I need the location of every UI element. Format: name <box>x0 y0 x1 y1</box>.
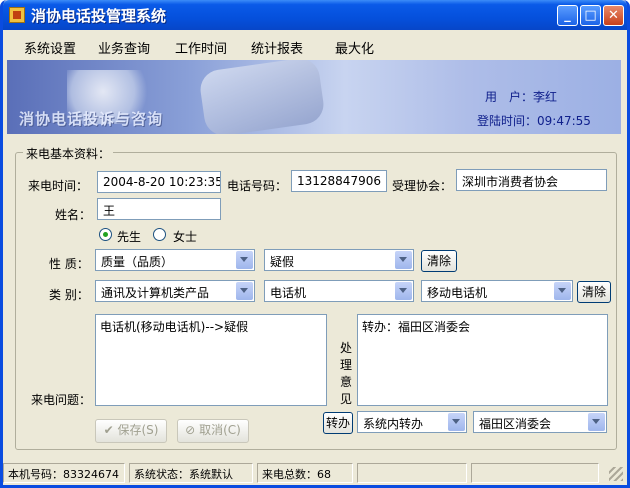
category-select-2[interactable]: 电话机 <box>264 280 414 302</box>
transfer-target-select[interactable]: 福田区消委会 <box>473 411 607 433</box>
user-value: 李红 <box>533 90 558 104</box>
cancel-label: 取消(C) <box>199 423 241 437</box>
gender-female-radio[interactable] <box>153 228 166 241</box>
check-icon: ✔ <box>103 423 114 437</box>
nature-select-1-value: 质量（品质） <box>101 255 174 269</box>
gender-male-label[interactable]: 先生 <box>117 228 141 245</box>
close-button[interactable]: ✕ <box>603 5 624 26</box>
opinion-label: 处理意见 <box>340 341 353 406</box>
transfer-type-select[interactable]: 系统内转办 <box>357 411 467 433</box>
clear-category-button[interactable]: 清除 <box>577 281 611 303</box>
window-title: 消协电话投管理系统 <box>31 7 167 25</box>
login-info: 登陆时间：09:47:55 <box>477 112 591 129</box>
menu-reports[interactable]: 统计报表 <box>251 38 303 57</box>
login-label: 登陆时间： <box>477 114 538 128</box>
category-select-3[interactable]: 移动电话机 <box>421 280 573 302</box>
status-empty-2 <box>471 463 599 483</box>
status-empty-1 <box>357 463 467 483</box>
nature-select-2[interactable]: 疑假 <box>264 249 414 271</box>
maximize-icon: □ <box>584 8 597 23</box>
transfer-target-value: 福田区消委会 <box>479 417 552 431</box>
status-system-state: 系统状态：系统默认 <box>129 463 253 483</box>
save-button[interactable]: ✔ 保存(S) <box>95 419 167 443</box>
banner-slogan: 消协电话投诉与咨询 <box>19 110 164 128</box>
issue-textarea[interactable]: 电话机(移动电话机)-->疑假 <box>95 314 327 406</box>
title-bar[interactable]: 消协电话投管理系统 _ □ ✕ <box>3 0 627 30</box>
chevron-down-icon[interactable] <box>236 282 253 300</box>
association-field[interactable]: 深圳市消费者协会 <box>456 169 607 191</box>
nature-select-1[interactable]: 质量（品质） <box>95 249 255 271</box>
transfer-button[interactable]: 转办 <box>323 412 353 434</box>
nature-label: 性 质： <box>49 257 89 271</box>
name-field[interactable]: 王 <box>97 198 221 220</box>
phone-image <box>197 60 327 134</box>
cancel-icon: ⊘ <box>185 423 196 437</box>
category-select-2-value: 电话机 <box>270 286 307 300</box>
header-banner: 消协电话投诉与咨询 用 户：李红 登陆时间：09:47:55 <box>7 60 621 134</box>
menu-bar: 系统设置 业务查询 工作时间 统计报表 最大化 <box>3 30 627 58</box>
minimize-icon: _ <box>564 8 571 23</box>
cancel-button[interactable]: ⊘ 取消(C) <box>177 419 249 443</box>
user-info: 用 户：李红 <box>485 88 557 105</box>
menu-work-time[interactable]: 工作时间 <box>175 38 227 57</box>
category-select-3-value: 移动电话机 <box>427 286 488 300</box>
category-label: 类 别： <box>49 288 89 302</box>
nature-select-2-value: 疑假 <box>270 255 295 269</box>
status-bar: 本机号码：83324674 系统状态：系统默认 来电总数：68 <box>3 461 627 485</box>
chevron-down-icon[interactable] <box>588 413 605 431</box>
maximize-button[interactable]: □ <box>580 5 601 26</box>
gender-male-radio[interactable] <box>99 228 112 241</box>
main-window: 消协电话投管理系统 _ □ ✕ 系统设置 业务查询 工作时间 统计报表 最大化 … <box>0 0 630 488</box>
chevron-down-icon[interactable] <box>554 282 571 300</box>
resize-grip-icon[interactable] <box>609 467 623 481</box>
minimize-button[interactable]: _ <box>557 5 578 26</box>
chevron-down-icon[interactable] <box>448 413 465 431</box>
category-select-1-value: 通讯及计算机类产品 <box>101 286 210 300</box>
phone-field[interactable]: 13128847906 <box>291 170 387 192</box>
association-label: 受理协会： <box>392 179 453 193</box>
category-select-1[interactable]: 通讯及计算机类产品 <box>95 280 255 302</box>
user-label: 用 户： <box>485 90 534 104</box>
menu-system-settings[interactable]: 系统设置 <box>24 38 76 57</box>
close-icon: ✕ <box>608 8 619 23</box>
menu-maximize[interactable]: 最大化 <box>335 38 374 57</box>
chevron-down-icon[interactable] <box>395 282 412 300</box>
name-label: 姓名： <box>55 208 92 222</box>
opinion-textarea[interactable]: 转办：福田区消委会 <box>357 314 608 406</box>
phone-label: 电话号码： <box>227 179 288 193</box>
chevron-down-icon[interactable] <box>236 251 253 269</box>
call-time-label: 来电时间： <box>28 179 89 193</box>
transfer-type-value: 系统内转办 <box>363 417 424 431</box>
login-value: 09:47:55 <box>537 114 591 128</box>
gender-female-label[interactable]: 女士 <box>173 228 197 245</box>
status-machine-number: 本机号码：83324674 <box>3 463 125 483</box>
group-title: 来电基本资料： <box>23 145 114 162</box>
issue-label: 来电问题： <box>31 393 92 407</box>
clear-nature-button[interactable]: 清除 <box>421 250 457 272</box>
call-time-field[interactable]: 2004-8-20 10:23:35 <box>97 171 221 193</box>
menu-business-query[interactable]: 业务查询 <box>98 38 150 57</box>
save-label: 保存(S) <box>117 423 159 437</box>
status-total-calls: 来电总数：68 <box>257 463 353 483</box>
chevron-down-icon[interactable] <box>395 251 412 269</box>
app-icon[interactable] <box>9 7 25 23</box>
